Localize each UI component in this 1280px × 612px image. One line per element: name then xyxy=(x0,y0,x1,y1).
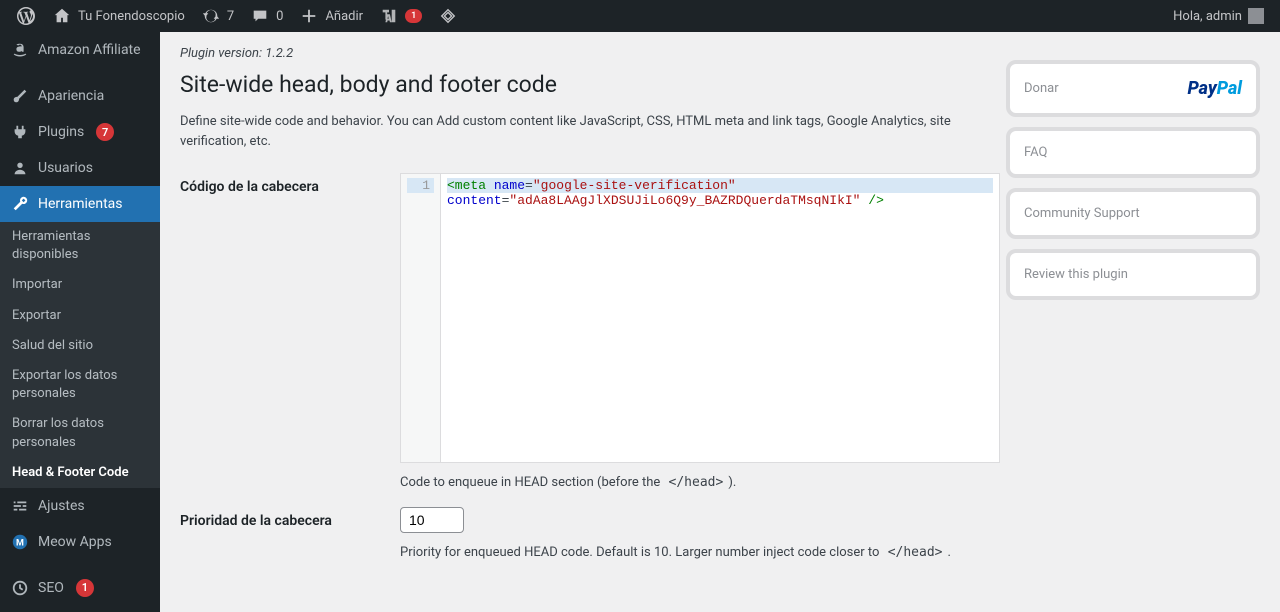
menu-meow-label: Meow Apps xyxy=(38,534,112,550)
menu-amazon[interactable]: Amazon Affiliate xyxy=(0,32,160,68)
head-code-field: 1 <meta name="google-site-verification" … xyxy=(400,173,1000,493)
head-code-row: Código de la cabecera 1 <meta name="goog… xyxy=(180,173,1000,493)
brush-icon xyxy=(10,86,30,106)
code-editor[interactable]: 1 <meta name="google-site-verification" … xyxy=(400,173,1000,463)
wordpress-icon xyxy=(16,6,36,26)
menu-seo[interactable]: SEO 1 xyxy=(0,570,160,606)
comments[interactable]: 0 xyxy=(242,0,291,32)
site-name-text: Tu Fonendoscopio xyxy=(78,9,185,24)
greeting: Hola, admin xyxy=(1173,9,1242,24)
priority-help: Priority for enqueued HEAD code. Default… xyxy=(400,543,1000,563)
side-column: Donar PayPal FAQ Community Support Revie… xyxy=(1006,60,1260,310)
donate-box[interactable]: Donar PayPal xyxy=(1006,60,1260,117)
menu-tools-label: Herramientas xyxy=(38,196,123,212)
menu-amazon-label: Amazon Affiliate xyxy=(38,42,141,58)
menu-users-label: Usuarios xyxy=(38,160,93,176)
diamond-menu[interactable] xyxy=(430,0,466,32)
admin-sidebar: Amazon Affiliate Apariencia Plugins 7 Us… xyxy=(0,32,160,612)
translate-icon xyxy=(379,6,399,26)
priority-input[interactable] xyxy=(400,507,464,533)
submenu-export-data[interactable]: Exportar los datos personales xyxy=(0,361,160,409)
add-new[interactable]: Añadir xyxy=(291,0,371,32)
plus-icon xyxy=(299,6,319,26)
submenu-head-footer[interactable]: Head & Footer Code xyxy=(0,458,160,488)
page-title: Site-wide head, body and footer code xyxy=(180,71,1000,98)
submenu-health[interactable]: Salud del sitio xyxy=(0,331,160,361)
menu-settings-label: Ajustes xyxy=(38,498,85,514)
wpml[interactable]: 1 xyxy=(371,0,430,32)
submenu-available[interactable]: Herramientas disponibles xyxy=(0,222,160,270)
priority-row: Prioridad de la cabecera Priority for en… xyxy=(180,507,1000,563)
menu-plugins[interactable]: Plugins 7 xyxy=(0,114,160,150)
comment-icon xyxy=(250,6,270,26)
updates-count: 7 xyxy=(227,9,234,24)
menu-appearance[interactable]: Apariencia xyxy=(0,78,160,114)
seo-badge: 1 xyxy=(76,579,94,597)
comments-count: 0 xyxy=(276,9,283,24)
submenu-export[interactable]: Exportar xyxy=(0,301,160,331)
update-icon xyxy=(201,6,221,26)
home-icon xyxy=(52,6,72,26)
support-box[interactable]: Community Support xyxy=(1006,188,1260,239)
code-gutter: 1 xyxy=(401,174,441,462)
content-inner: Plugin version: 1.2.2 Site-wide head, bo… xyxy=(180,32,1000,576)
donate-label: Donar xyxy=(1024,81,1059,96)
svg-text:M: M xyxy=(16,538,24,548)
faq-box[interactable]: FAQ xyxy=(1006,127,1260,178)
plugins-badge: 7 xyxy=(96,123,114,141)
paypal-logo: PayPal xyxy=(1187,78,1242,99)
page-desc: Define site-wide code and behavior. You … xyxy=(180,112,1000,151)
my-account[interactable]: Hola, admin xyxy=(1165,0,1272,32)
code-content[interactable]: <meta name="google-site-verification" co… xyxy=(441,174,999,462)
menu-settings[interactable]: Ajustes xyxy=(0,488,160,524)
sliders-icon xyxy=(10,496,30,516)
admin-bar-left: Tu Fonendoscopio 7 0 Añadir 1 xyxy=(8,0,466,32)
content-area: Donar PayPal FAQ Community Support Revie… xyxy=(160,32,1280,612)
plugin-icon xyxy=(10,122,30,142)
menu-tools[interactable]: Herramientas xyxy=(0,186,160,222)
menu-appearance-label: Apariencia xyxy=(38,88,104,104)
site-name[interactable]: Tu Fonendoscopio xyxy=(44,0,193,32)
meow-icon: M xyxy=(10,532,30,552)
menu-users[interactable]: Usuarios xyxy=(0,150,160,186)
seo-icon xyxy=(10,578,30,598)
submenu-erase-data[interactable]: Borrar los datos personales xyxy=(0,409,160,457)
priority-label: Prioridad de la cabecera xyxy=(180,507,400,563)
submenu-import[interactable]: Importar xyxy=(0,270,160,300)
menu-plugins-label: Plugins xyxy=(38,124,84,140)
head-code-help: Code to enqueue in HEAD section (before … xyxy=(400,473,1000,493)
add-new-text: Añadir xyxy=(325,9,363,24)
menu-smush[interactable]: Smush xyxy=(0,606,160,612)
users-icon xyxy=(10,158,30,178)
wp-logo[interactable] xyxy=(8,0,44,32)
wrench-icon xyxy=(10,194,30,214)
admin-bar: Tu Fonendoscopio 7 0 Añadir 1 xyxy=(0,0,1280,32)
priority-field: Priority for enqueued HEAD code. Default… xyxy=(400,507,1000,563)
plugin-version: Plugin version: 1.2.2 xyxy=(180,32,1000,71)
wpml-badge: 1 xyxy=(405,9,422,24)
menu-meow[interactable]: M Meow Apps xyxy=(0,524,160,560)
avatar-icon xyxy=(1248,8,1264,24)
head-code-label: Código de la cabecera xyxy=(180,173,400,493)
updates[interactable]: 7 xyxy=(193,0,242,32)
tools-submenu: Herramientas disponibles Importar Export… xyxy=(0,222,160,488)
amazon-icon xyxy=(10,40,30,60)
review-box[interactable]: Review this plugin xyxy=(1006,249,1260,300)
menu-seo-label: SEO xyxy=(38,580,64,596)
diamond-icon xyxy=(438,6,458,26)
admin-bar-right: Hola, admin xyxy=(1165,0,1272,32)
